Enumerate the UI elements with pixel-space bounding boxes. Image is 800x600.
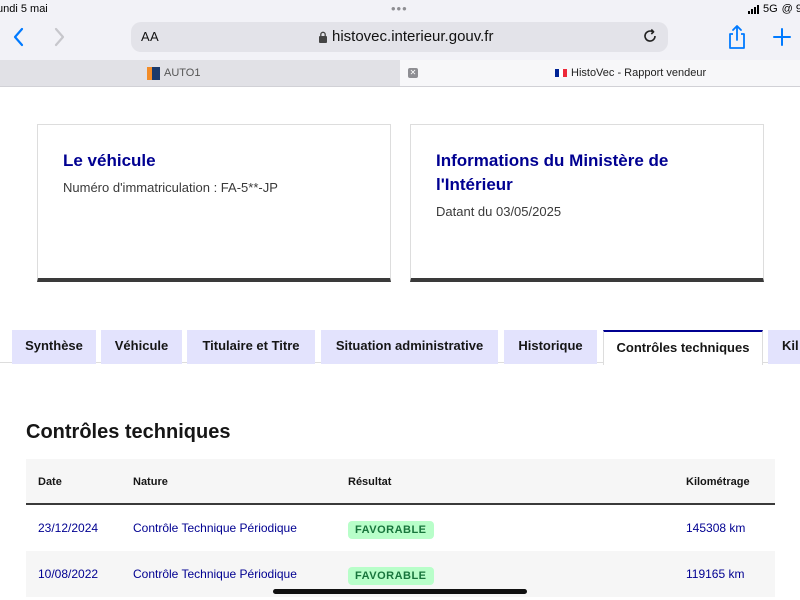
- browser-tab-label: HistoVec - Rapport vendeur: [571, 67, 707, 79]
- tab-kilometrage[interactable]: Kil: [768, 330, 800, 364]
- page-title: Contrôles techniques: [26, 421, 231, 443]
- table-row: 23/12/2024 Contrôle Technique Périodique…: [26, 505, 775, 551]
- browser-tab-auto1[interactable]: AUTO1: [0, 60, 400, 86]
- column-header-nature: Nature: [133, 476, 168, 488]
- browser-tab-histovec[interactable]: ✕ HistoVec - Rapport vendeur: [400, 60, 800, 86]
- cell-mileage: 119165 km: [686, 567, 745, 581]
- ministry-card: Informations du Ministère de l'Intérieur…: [410, 124, 764, 282]
- cell-date: 23/12/2024: [38, 521, 99, 535]
- result-badge: FAVORABLE: [348, 521, 434, 539]
- ministry-data-date: Datant du 03/05/2025: [436, 204, 562, 219]
- result-badge: FAVORABLE: [348, 567, 434, 585]
- vehicle-card-title: Le véhicule: [63, 151, 156, 170]
- forward-icon[interactable]: [48, 24, 70, 50]
- column-header-date: Date: [38, 476, 62, 488]
- vehicle-card: Le véhicule Numéro d'immatriculation : F…: [37, 124, 391, 282]
- browser-tab-label: AUTO1: [164, 67, 201, 79]
- tab-historique[interactable]: Historique: [504, 330, 597, 364]
- tab-controles-techniques[interactable]: Contrôles techniques: [603, 330, 763, 365]
- technical-controls-table: Date Nature Résultat Kilométrage 23/12/2…: [26, 459, 775, 597]
- share-icon[interactable]: [726, 24, 748, 50]
- status-indicators: 5G @ 9: [747, 3, 800, 15]
- tab-titulaire-titre[interactable]: Titulaire et Titre: [187, 330, 315, 364]
- reload-icon[interactable]: [642, 28, 658, 49]
- cell-nature: Contrôle Technique Périodique: [133, 521, 297, 535]
- ministry-card-title: Informations du Ministère de l'Intérieur: [436, 151, 669, 194]
- table-header: Date Nature Résultat Kilométrage: [26, 459, 775, 505]
- multitasking-dots-icon[interactable]: •••: [391, 1, 408, 16]
- column-header-mileage: Kilométrage: [686, 476, 750, 488]
- auto1-logo-icon: [147, 67, 160, 80]
- new-tab-icon[interactable]: [771, 24, 793, 50]
- status-extra: @ 9: [781, 3, 800, 15]
- text-size-button[interactable]: AA: [141, 29, 159, 44]
- back-icon[interactable]: [8, 24, 30, 50]
- status-bar: undi 5 mai ••• 5G @ 9: [0, 0, 800, 18]
- url-text[interactable]: histovec.interieur.gouv.fr: [332, 28, 493, 45]
- french-flag-icon: [555, 69, 567, 77]
- status-date: undi 5 mai: [0, 3, 48, 15]
- signal-icon: [747, 4, 759, 14]
- cell-date: 10/08/2022: [38, 567, 99, 581]
- browser-tab-bar: AUTO1 ✕ HistoVec - Rapport vendeur: [0, 60, 800, 87]
- cell-mileage: 145308 km: [686, 521, 746, 535]
- column-header-result: Résultat: [348, 476, 392, 488]
- tab-vehicule[interactable]: Véhicule: [101, 330, 182, 364]
- browser-toolbar: AA histovec.interieur.gouv.fr: [0, 18, 800, 60]
- home-indicator[interactable]: [273, 589, 527, 594]
- tab-situation-administrative[interactable]: Situation administrative: [321, 330, 498, 364]
- lock-icon: [318, 30, 328, 48]
- address-bar[interactable]: AA histovec.interieur.gouv.fr: [131, 22, 668, 52]
- registration-number: Numéro d'immatriculation : FA-5**-JP: [63, 180, 278, 195]
- close-tab-icon[interactable]: ✕: [408, 68, 418, 78]
- cell-nature: Contrôle Technique Périodique: [133, 567, 297, 581]
- network-label: 5G: [762, 3, 778, 15]
- tab-synthese[interactable]: Synthèse: [12, 330, 96, 364]
